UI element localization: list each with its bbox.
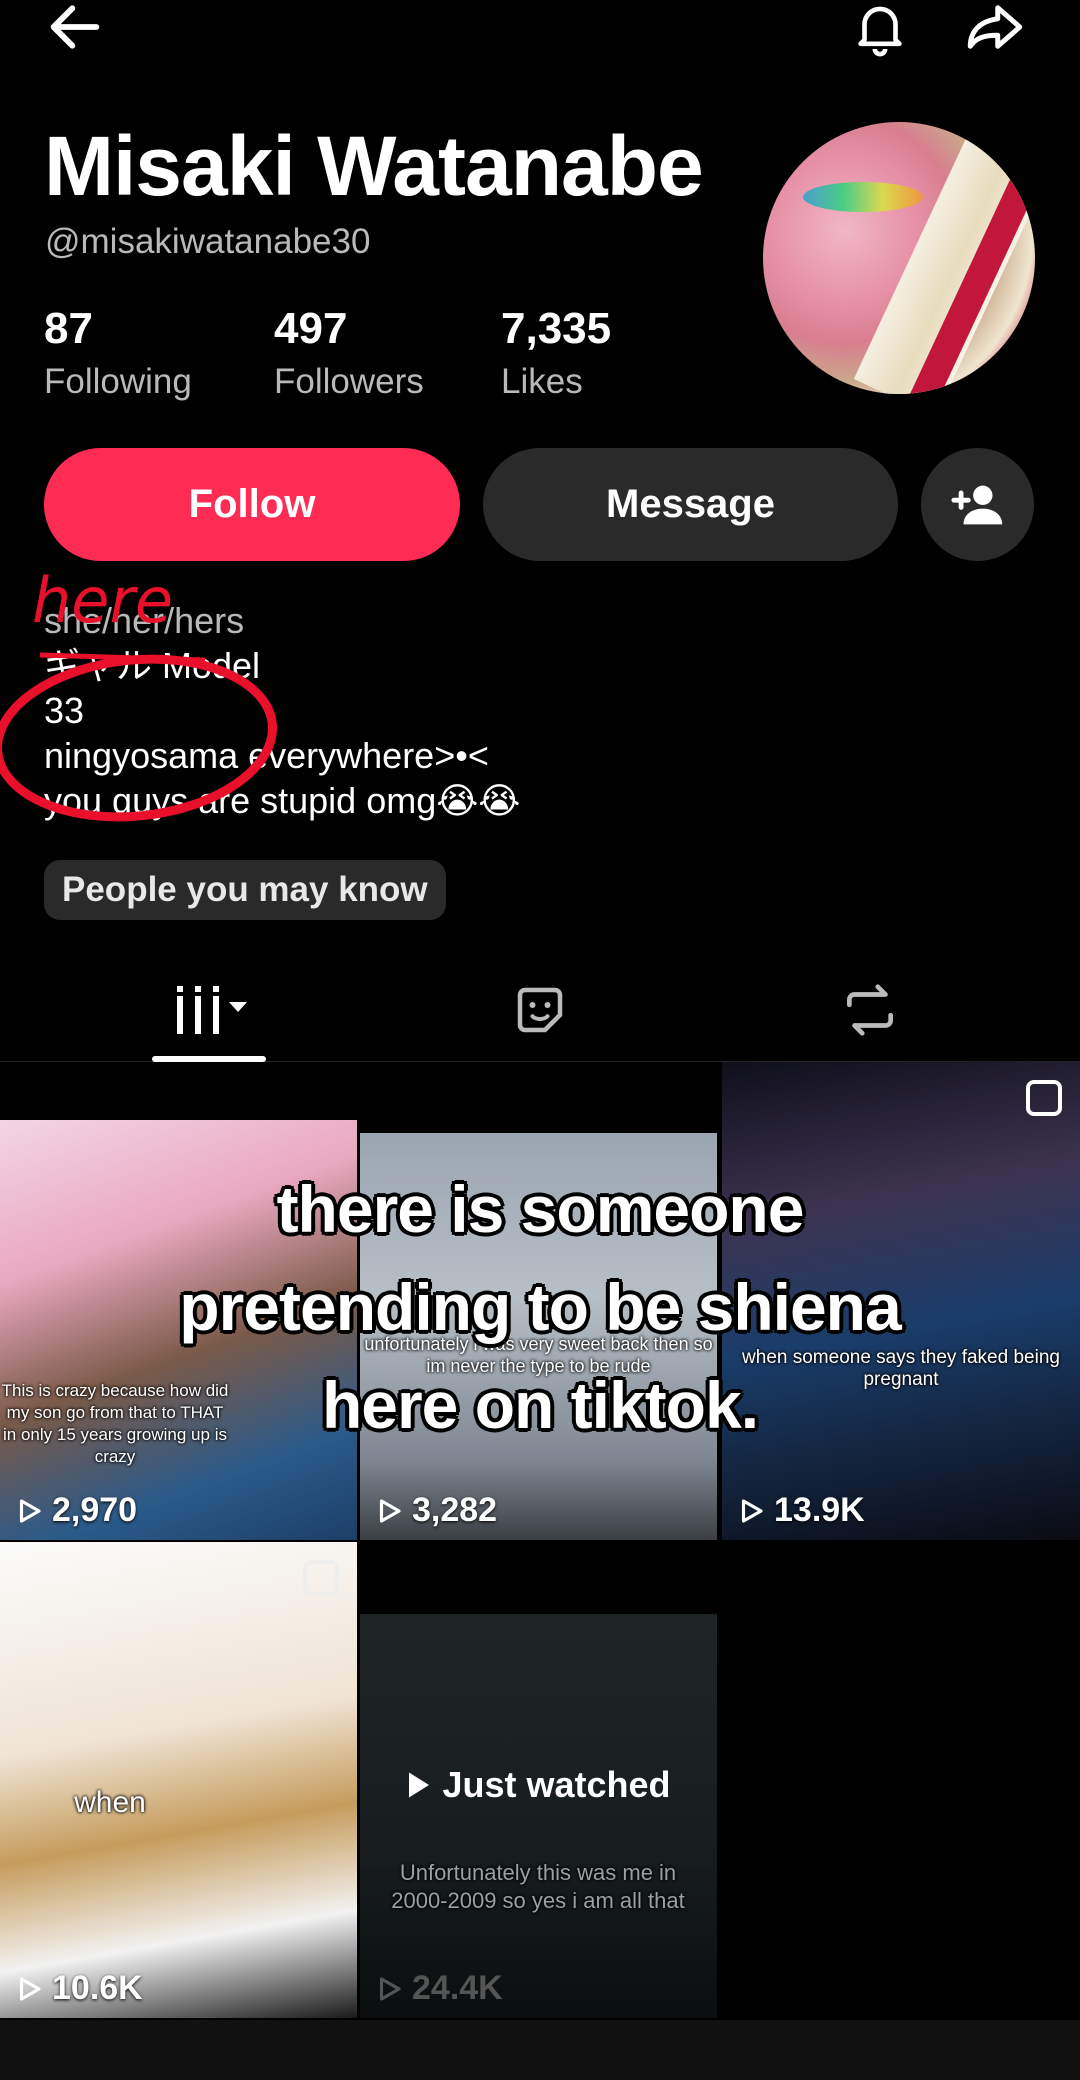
videos-grid-icon	[177, 986, 247, 1034]
bell-icon[interactable]	[845, 0, 915, 62]
following-stat[interactable]: 87 Following	[44, 304, 192, 402]
content-tabs	[0, 960, 1080, 1062]
bio-line: you guys are stupid omg😭😭	[44, 780, 521, 821]
add-person-icon	[950, 485, 1002, 524]
top-bar	[0, 0, 1080, 70]
repost-icon	[847, 984, 893, 1036]
bio-line: ギャル Model	[44, 645, 261, 686]
active-tab-indicator	[152, 1056, 266, 1062]
just-watched-badge: Just watched	[360, 1764, 717, 1806]
video-overlay-caption: there is someone pretending to be shiena…	[179, 1172, 901, 1442]
likes-stat[interactable]: 7,335 Likes	[501, 304, 611, 402]
share-arrow-icon[interactable]	[960, 0, 1030, 62]
tab-reposts[interactable]	[810, 970, 930, 1050]
following-label: Following	[44, 362, 192, 401]
video-caption: Unfortunately this was me in 2000-2009 s…	[391, 1860, 685, 1913]
video-caption: when	[74, 1786, 146, 1819]
just-watched-label: Just watched	[442, 1764, 671, 1805]
message-button[interactable]: Message	[483, 448, 898, 561]
bio-line: ningyosama everywhere>•<	[44, 735, 489, 776]
tab-liked[interactable]	[480, 970, 600, 1050]
bio-pronouns: she/her/hers	[44, 600, 245, 641]
video-tile[interactable]: Just watched Unfortunately this was me i…	[360, 1614, 717, 2018]
play-outline-icon	[741, 1498, 763, 1523]
following-count: 87	[44, 304, 93, 353]
profile-name: Misaki Watanabe	[44, 119, 704, 213]
back-arrow-icon[interactable]	[40, 0, 110, 62]
video-tile[interactable]: when 10.6K	[0, 1542, 357, 2018]
likes-label: Likes	[501, 362, 583, 401]
play-outline-icon	[19, 1976, 41, 2001]
play-icon	[409, 1772, 430, 1798]
dim-overlay	[360, 1614, 717, 2018]
avatar-eye-makeup	[803, 182, 923, 212]
people-you-may-know-chip[interactable]: People you may know	[44, 860, 446, 920]
play-outline-icon	[379, 1498, 401, 1523]
view-count: 10.6K	[14, 1969, 143, 2008]
bottom-strip	[0, 2020, 1080, 2080]
multi-photo-icon	[303, 1560, 339, 1596]
sticker-smile-icon	[517, 987, 563, 1033]
follow-button[interactable]: Follow	[44, 448, 460, 561]
view-count-text: 10.6K	[52, 1969, 143, 2007]
add-friend-button[interactable]	[921, 448, 1034, 561]
view-count: 2,970	[14, 1491, 137, 1530]
view-count-text: 3,282	[412, 1491, 498, 1529]
view-count: 3,282	[374, 1491, 497, 1530]
avatar[interactable]	[763, 122, 1035, 394]
followers-label: Followers	[274, 362, 424, 401]
view-count: 24.4K	[374, 1969, 503, 2008]
bio-line: 33	[44, 690, 85, 731]
followers-count: 497	[274, 304, 348, 353]
profile-handle: @misakiwatanabe30	[45, 222, 371, 261]
followers-stat[interactable]: 497 Followers	[274, 304, 424, 402]
play-outline-icon	[19, 1498, 41, 1523]
play-outline-icon	[379, 1976, 401, 2001]
view-count-text: 2,970	[52, 1491, 138, 1529]
multi-photo-icon	[1026, 1080, 1062, 1116]
likes-count: 7,335	[501, 304, 612, 353]
view-count-text: 24.4K	[412, 1969, 503, 2007]
view-count-text: 13.9K	[774, 1491, 865, 1529]
profile-bio: she/her/hers ギャル Model 33 ningyosama eve…	[44, 598, 520, 823]
view-count: 13.9K	[736, 1491, 865, 1530]
tab-videos[interactable]	[150, 970, 270, 1050]
